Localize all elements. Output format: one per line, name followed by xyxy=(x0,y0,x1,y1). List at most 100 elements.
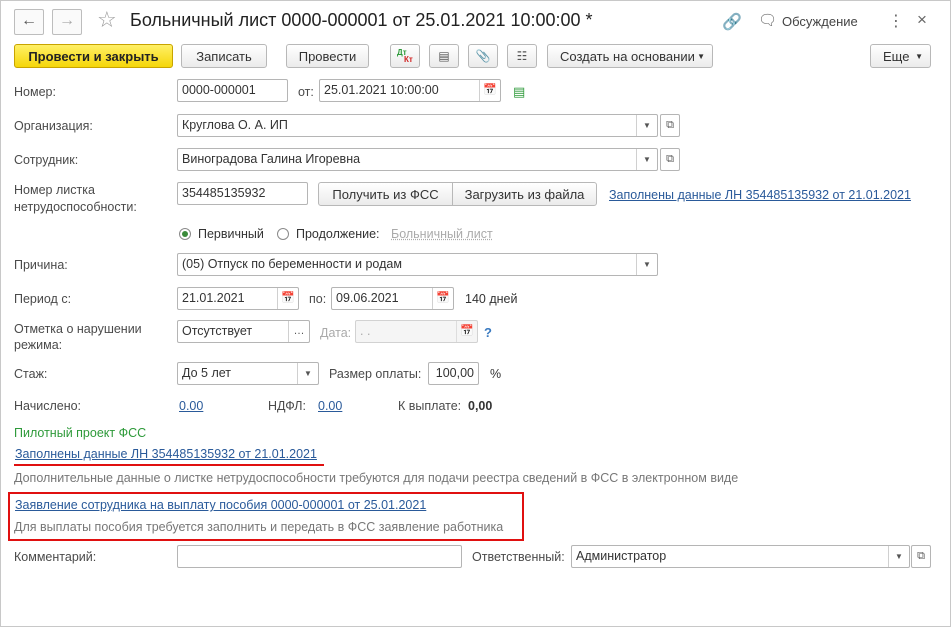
create-based-on-button[interactable]: Создать на основании ▼ xyxy=(547,44,713,68)
calendar-icon[interactable]: 📅 xyxy=(432,288,453,309)
violation-date-label: Дата: xyxy=(320,326,352,340)
violation-label-line2: режима: xyxy=(14,338,63,352)
chevron-down-icon[interactable]: ▼ xyxy=(636,254,657,275)
pilot-project-label: Пилотный проект ФСС xyxy=(14,426,147,440)
organization-field[interactable]: Круглова О. А. ИП ▼ xyxy=(177,114,658,137)
calendar-icon[interactable]: 📅 xyxy=(277,288,298,309)
chevron-down-icon[interactable]: ▼ xyxy=(888,546,909,567)
period-label: Период с: xyxy=(14,292,72,306)
pilot-hint: Дополнительные данные о листке нетрудосп… xyxy=(14,471,739,485)
employee-label: Сотрудник: xyxy=(14,153,79,167)
number-field[interactable]: 0000-000001 xyxy=(177,79,288,102)
period-from-value: 21.01.2021 xyxy=(182,291,245,305)
employee-field[interactable]: Виноградова Галина Игоревна ▼ xyxy=(177,148,658,171)
chevron-down-icon[interactable]: ▼ xyxy=(636,149,657,170)
organization-value: Круглова О. А. ИП xyxy=(182,118,288,132)
discussion-button[interactable]: Обсуждение xyxy=(782,14,858,29)
violation-label-line1: Отметка о нарушении xyxy=(14,322,142,336)
favorite-star-icon[interactable]: ☆ xyxy=(97,7,117,33)
pay-size-label: Размер оплаты: xyxy=(329,367,422,381)
link-icon[interactable]: 🔗 xyxy=(722,12,742,32)
open-employee-icon[interactable]: ⧉ xyxy=(660,148,680,171)
date-label: от: xyxy=(298,85,314,99)
date-value: 25.01.2021 10:00:00 xyxy=(324,83,439,97)
chevron-down-icon[interactable]: ▼ xyxy=(297,363,318,384)
open-organization-icon[interactable]: ⧉ xyxy=(660,114,680,137)
structure-icon[interactable]: ☷ xyxy=(507,44,537,68)
report-list-icon[interactable]: ▤ xyxy=(429,44,459,68)
ndfl-label: НДФЛ: xyxy=(268,399,306,413)
dt-kt-button[interactable]: Дт Кт xyxy=(390,44,420,68)
posted-status-icon: ▤ xyxy=(513,84,526,99)
organization-label: Организация: xyxy=(14,119,93,133)
chevron-down-icon: ▼ xyxy=(915,52,923,61)
reason-label: Причина: xyxy=(14,258,68,272)
back-button[interactable]: ← xyxy=(14,9,44,35)
open-responsible-icon[interactable]: ⧉ xyxy=(911,545,931,568)
experience-value: До 5 лет xyxy=(182,366,232,380)
more-label: Еще xyxy=(883,49,910,64)
attachment-icon[interactable]: 📎 xyxy=(468,44,498,68)
accrued-value-link[interactable]: 0.00 xyxy=(179,399,203,413)
discussion-icon[interactable]: 🗨 xyxy=(758,11,777,29)
ndfl-value-link[interactable]: 0.00 xyxy=(318,399,342,413)
forward-button[interactable]: → xyxy=(52,9,82,35)
close-icon[interactable]: × xyxy=(917,10,927,30)
accrued-label: Начислено: xyxy=(14,399,82,413)
help-icon[interactable]: ? xyxy=(484,325,492,340)
calendar-icon: 📅 xyxy=(456,321,477,342)
post-button[interactable]: Провести xyxy=(286,44,369,68)
reason-field[interactable]: (05) Отпуск по беременности и родам ▼ xyxy=(177,253,658,276)
days-count: 140 дней xyxy=(465,292,518,306)
to-pay-label: К выплате: xyxy=(398,399,462,413)
sheet-number-label-line2: нетрудоспособности: xyxy=(14,200,137,214)
experience-field[interactable]: До 5 лет ▼ xyxy=(177,362,319,385)
comment-label: Комментарий: xyxy=(14,550,97,564)
period-from-field[interactable]: 21.01.2021 📅 xyxy=(177,287,299,310)
application-link[interactable]: Заявление сотрудника на выплату пособия … xyxy=(15,498,426,512)
period-to-label: по: xyxy=(309,292,327,306)
chevron-down-icon: ▼ xyxy=(697,52,705,61)
filled-data-link[interactable]: Заполнены данные ЛН 354485135932 от 21.0… xyxy=(609,188,911,202)
period-to-value: 09.06.2021 xyxy=(336,291,399,305)
employee-value: Виноградова Галина Игоревна xyxy=(182,152,361,166)
violation-field[interactable]: Отсутствует … xyxy=(177,320,310,343)
sheet-number-field[interactable]: 354485135932 xyxy=(177,182,308,205)
continuation-label: Продолжение: xyxy=(296,227,380,241)
sick-leave-link[interactable]: Больничный лист xyxy=(391,227,493,241)
application-hint: Для выплаты пособия требуется заполнить … xyxy=(14,520,504,534)
experience-label: Стаж: xyxy=(14,367,48,381)
period-to-field[interactable]: 09.06.2021 📅 xyxy=(331,287,454,310)
create-based-on-label: Создать на основании xyxy=(560,49,695,64)
to-pay-value: 0,00 xyxy=(468,399,493,413)
pay-size-field[interactable]: 100,00 xyxy=(428,362,479,385)
pilot-filled-data-link[interactable]: Заполнены данные ЛН 354485135932 от 21.0… xyxy=(15,447,317,461)
more-vertical-icon[interactable]: ⋮ xyxy=(888,11,904,31)
select-ellipsis-icon[interactable]: … xyxy=(288,321,309,342)
violation-date-field: . . 📅 xyxy=(355,320,478,343)
save-button[interactable]: Записать xyxy=(181,44,267,68)
chevron-down-icon[interactable]: ▼ xyxy=(636,115,657,136)
kt-icon: Кт xyxy=(404,55,413,64)
responsible-field[interactable]: Администратор ▼ xyxy=(571,545,910,568)
number-label: Номер: xyxy=(14,85,56,99)
violation-date-value: . . xyxy=(360,324,371,338)
violation-value: Отсутствует xyxy=(182,324,253,338)
highlight-underline xyxy=(14,464,324,466)
more-button[interactable]: Еще ▼ xyxy=(870,44,931,68)
get-from-fss-button[interactable]: Получить из ФСС xyxy=(318,182,453,206)
sheet-number-label-line1: Номер листка xyxy=(14,183,95,197)
continuation-radio[interactable] xyxy=(277,228,289,240)
date-field[interactable]: 25.01.2021 10:00:00 📅 xyxy=(319,79,501,102)
calendar-icon[interactable]: 📅 xyxy=(479,80,500,101)
page-title: Больничный лист 0000-000001 от 25.01.202… xyxy=(130,10,593,30)
primary-radio[interactable] xyxy=(179,228,191,240)
load-from-file-button[interactable]: Загрузить из файла xyxy=(452,182,597,206)
post-and-close-button[interactable]: Провести и закрыть xyxy=(14,44,173,68)
comment-field[interactable] xyxy=(177,545,462,568)
responsible-label: Ответственный: xyxy=(472,550,565,564)
responsible-value: Администратор xyxy=(576,549,667,563)
reason-value: (05) Отпуск по беременности и родам xyxy=(182,257,402,271)
primary-label: Первичный xyxy=(198,227,264,241)
percent-label: % xyxy=(490,367,502,381)
